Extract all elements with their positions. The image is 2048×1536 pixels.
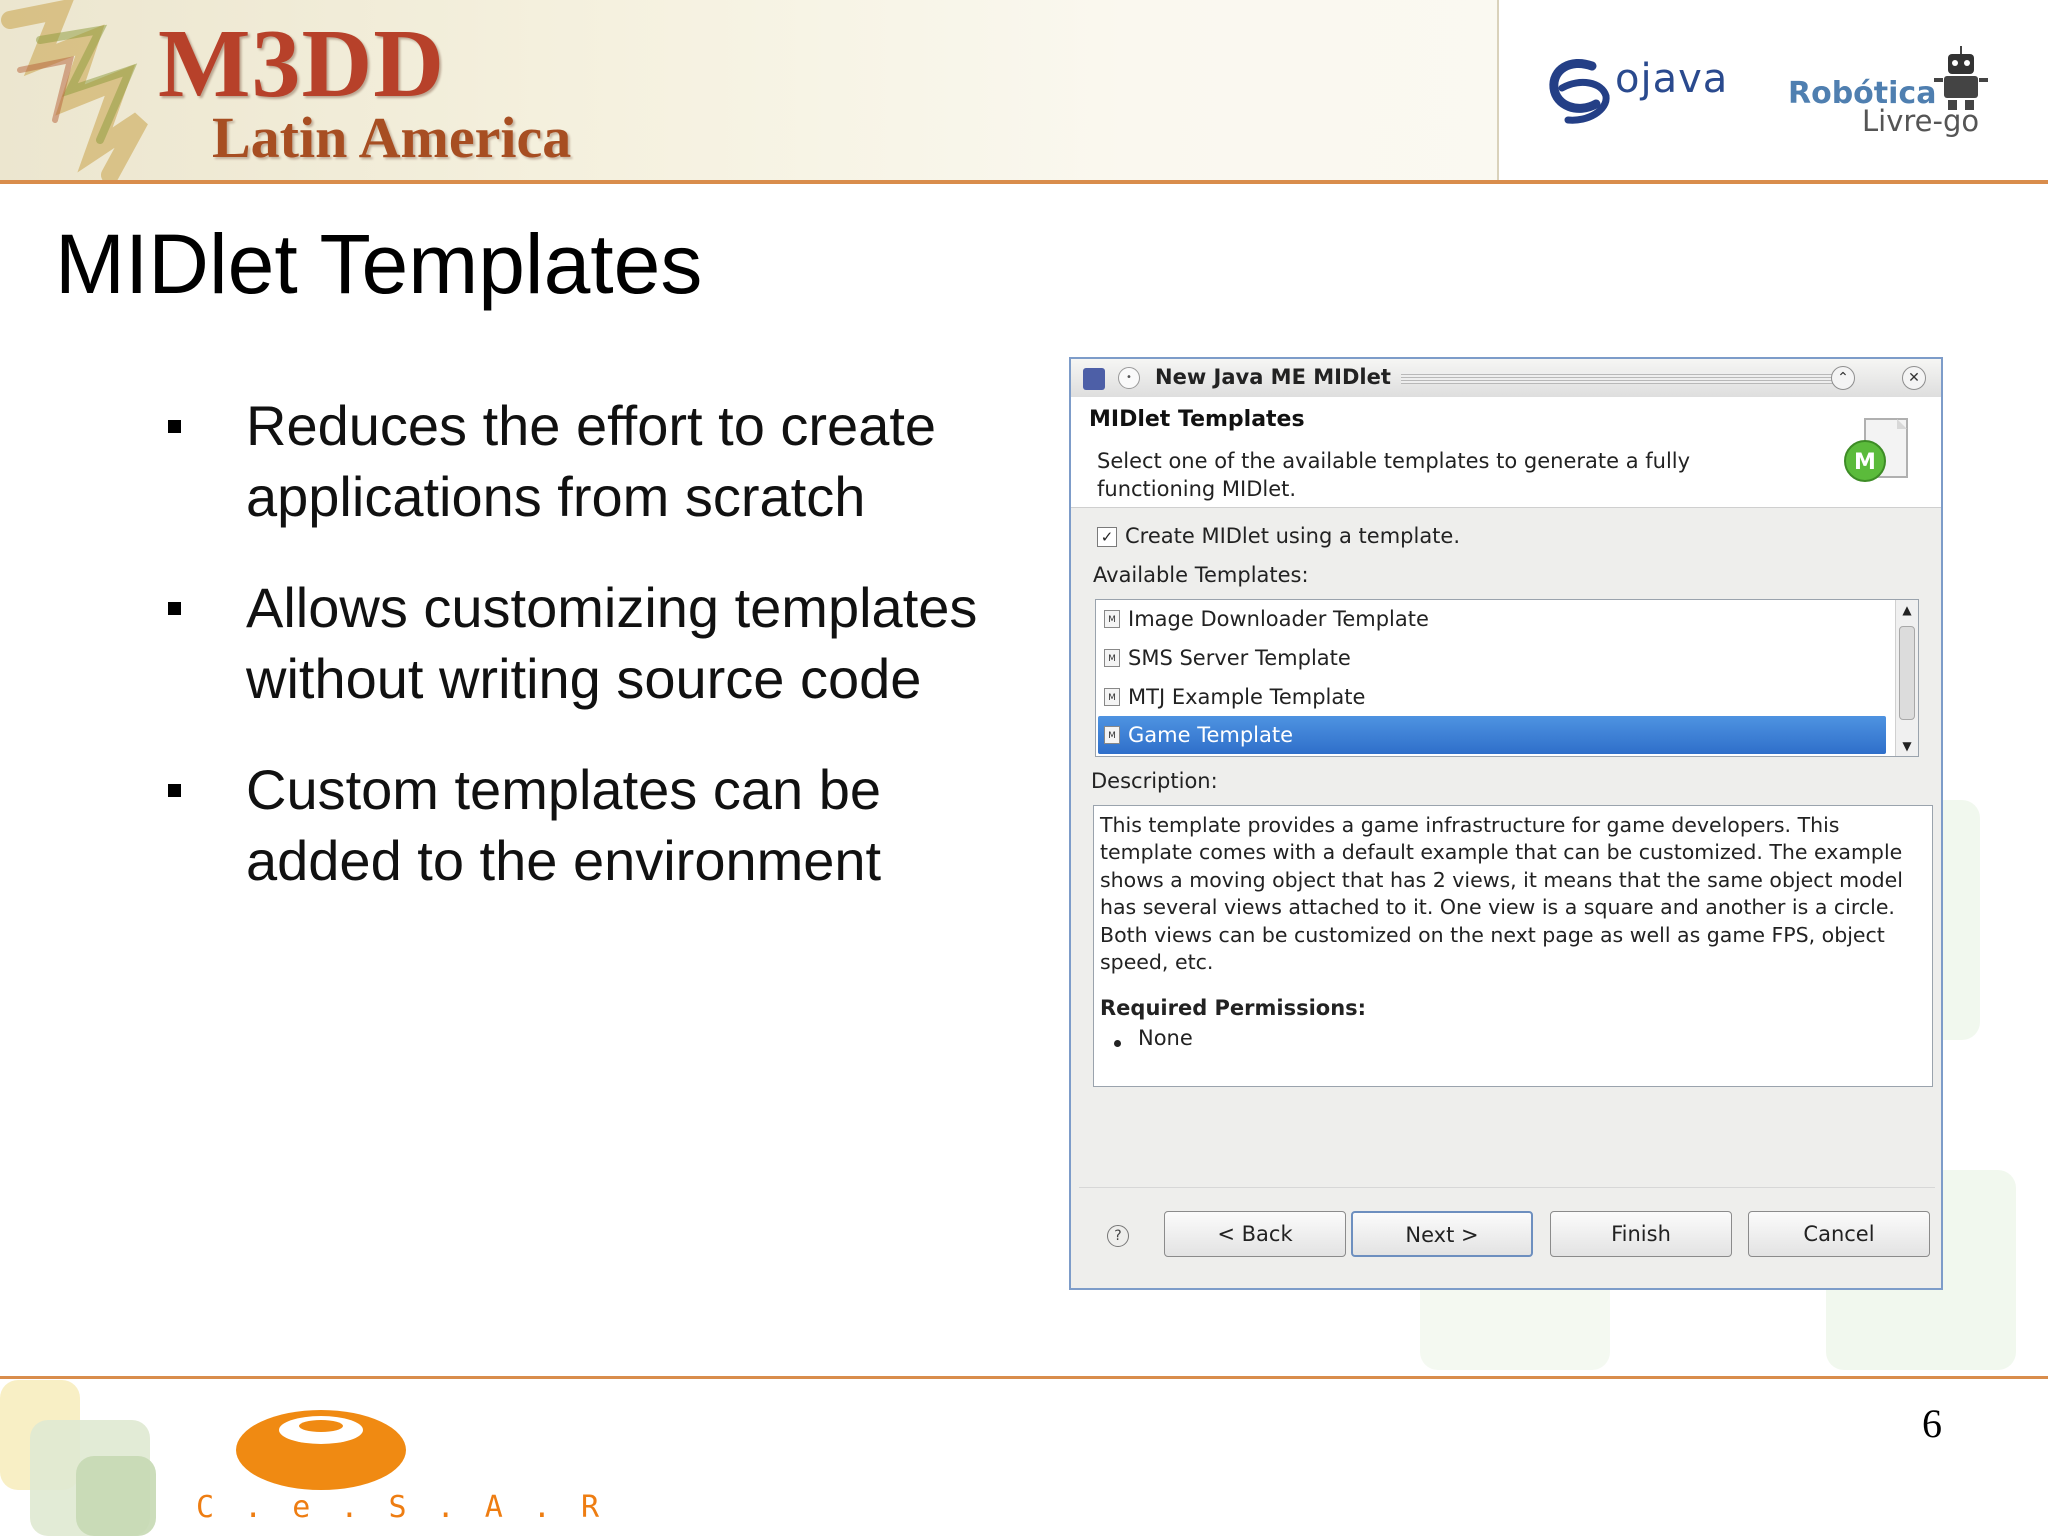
template-file-icon: M [1104,726,1120,744]
page-number: 6 [1922,1401,1942,1446]
available-templates-label: Available Templates: [1093,563,1309,587]
dialog-titlebar[interactable]: • New Java ME MIDlet ⌃ ✕ [1071,359,1941,398]
description-text: This template provides a game infrastruc… [1100,813,1903,975]
template-label: MTJ Example Template [1128,685,1366,709]
button-bar-separator [1079,1187,1935,1188]
scrollbar-thumb[interactable] [1899,626,1915,720]
scroll-up-icon[interactable]: ▲ [1896,600,1918,620]
next-button[interactable]: Next > [1351,1211,1533,1257]
bullet-list: Reduces the effort to create application… [160,390,1040,936]
bullet-item: Allows customizing templates without wri… [160,572,1040,714]
template-file-icon: M [1104,649,1120,667]
dialog-title: New Java ME MIDlet [1155,365,1391,389]
finish-button[interactable]: Finish [1550,1211,1732,1257]
required-permissions-title: Required Permissions: [1100,996,1367,1020]
svg-text:M: M [1854,450,1876,475]
template-file-icon: M [1104,610,1120,628]
create-from-template-checkbox[interactable]: ✓ [1097,527,1117,547]
m3dd-logo-text: M3DD [158,10,446,118]
window-menu-icon[interactable]: • [1118,367,1140,389]
description-box: This template provides a game infrastruc… [1093,805,1933,1087]
template-file-icon: M [1104,688,1120,706]
maximize-icon[interactable]: ⌃ [1831,366,1855,390]
bullet-text: Allows customizing templates without wri… [246,576,978,710]
list-item[interactable]: M SMS Server Template [1098,639,1886,677]
list-item[interactable]: M MTJ Example Template [1098,678,1886,716]
scroll-down-icon[interactable]: ▼ [1896,736,1918,756]
bullet-item: Custom templates can be added to the env… [160,754,1040,896]
template-label: SMS Server Template [1128,646,1351,670]
permission-item: None [1138,1026,1193,1050]
description-label: Description: [1091,769,1218,793]
decorative-square [76,1456,156,1536]
header-divider [0,180,2048,184]
template-label: Image Downloader Template [1128,607,1429,631]
square-bullet-icon [168,420,181,433]
latin-america-logo-text: Latin America [212,105,572,170]
wizard-header: MIDlet Templates Select one of the avail… [1071,397,1941,508]
ojava-logo-text: ojava [1615,56,1729,102]
titlebar-grip [1401,372,1841,384]
help-icon[interactable]: ? [1107,1225,1129,1247]
robot-icon [1934,46,1988,110]
cancel-button[interactable]: Cancel [1748,1211,1930,1257]
cesar-logo-text: C . e . S . A . R [196,1490,606,1525]
bullet-item: Reduces the effort to create application… [160,390,1040,532]
list-item-selected[interactable]: M Game Template [1098,716,1886,754]
back-button[interactable]: < Back [1164,1211,1346,1257]
cesar-logo-icon [236,1410,406,1490]
close-icon[interactable]: ✕ [1902,366,1926,390]
app-icon [1083,368,1105,390]
bullet-icon [1114,1040,1121,1047]
wizard-page-title: MIDlet Templates [1089,407,1305,432]
midlet-wizard-icon: M [1844,418,1908,482]
create-from-template-label[interactable]: Create MIDlet using a template. [1125,524,1460,548]
templates-list[interactable]: M Image Downloader Template M SMS Server… [1095,599,1919,757]
new-midlet-dialog: • New Java ME MIDlet ⌃ ✕ MIDlet Template… [1069,357,1943,1290]
square-bullet-icon [168,784,181,797]
template-label: Game Template [1128,723,1294,747]
footer-divider [0,1376,2048,1379]
list-scrollbar[interactable]: ▲ ▼ [1895,600,1918,756]
list-item[interactable]: M Image Downloader Template [1098,600,1886,638]
bullet-text: Custom templates can be added to the env… [246,758,882,892]
bullet-text: Reduces the effort to create application… [246,394,937,528]
slide-title: MIDlet Templates [55,217,703,311]
wizard-page-description: Select one of the available templates to… [1097,449,1691,501]
square-bullet-icon [168,602,181,615]
